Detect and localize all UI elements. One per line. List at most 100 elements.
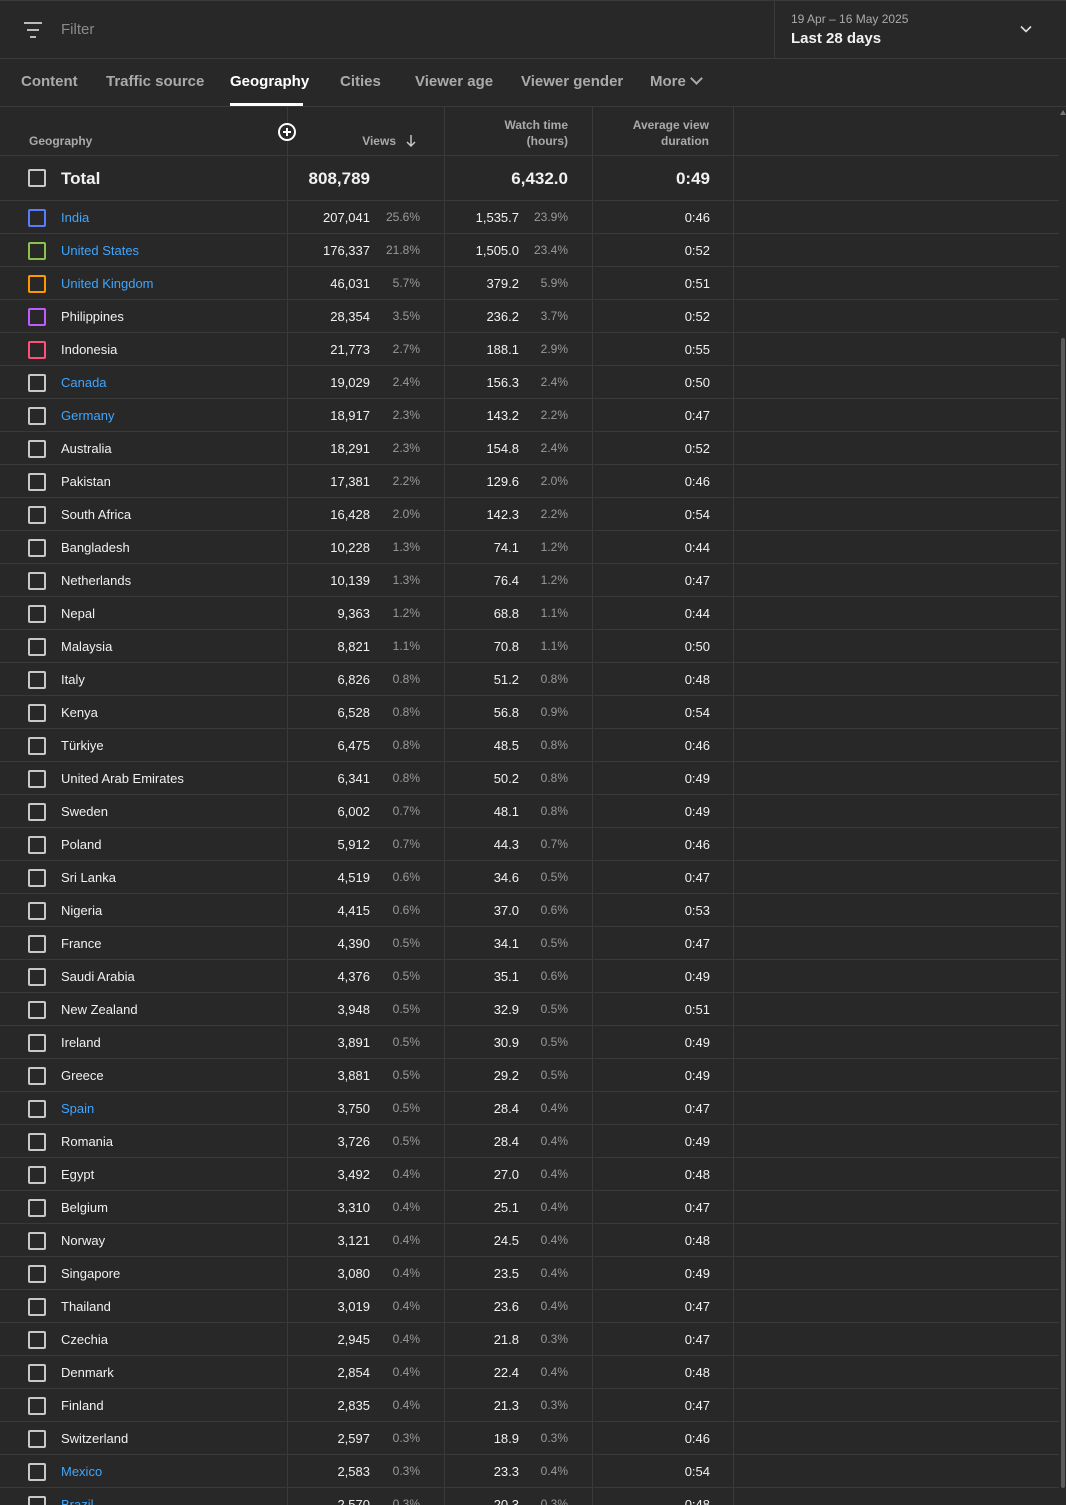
country-name[interactable]: Brazil (61, 1497, 94, 1505)
row-checkbox[interactable] (28, 1298, 46, 1316)
row-checkbox[interactable] (28, 1067, 46, 1085)
row-checkbox[interactable] (28, 605, 46, 623)
tab-cities[interactable]: Cities (340, 73, 381, 90)
row-checkbox[interactable] (28, 407, 46, 425)
row-checkbox[interactable] (28, 671, 46, 689)
row-checkbox[interactable] (28, 836, 46, 854)
row-checkbox[interactable] (28, 935, 46, 953)
row-checkbox[interactable] (28, 1496, 46, 1505)
header-views[interactable]: Views (330, 133, 396, 149)
header-watch-time[interactable]: Watch time (hours) (460, 117, 568, 149)
row-checkbox[interactable] (28, 638, 46, 656)
row-checkbox[interactable] (28, 1001, 46, 1019)
sort-descending-icon[interactable] (406, 134, 416, 148)
row-checkbox[interactable] (28, 803, 46, 821)
header-watch-time-line1: Watch time (504, 118, 568, 132)
views-value: 21,773 (330, 342, 370, 357)
country-name: Nepal (61, 606, 95, 621)
row-checkbox[interactable] (28, 242, 46, 260)
average-view-duration-value: 0:48 (684, 672, 710, 687)
table-row: Australia 18,291 2.3% 154.8 2.4% 0:52 (0, 432, 1059, 465)
country-name[interactable]: Mexico (61, 1464, 102, 1479)
tab-viewer-age[interactable]: Viewer age (415, 73, 493, 90)
total-views: 808,789 (308, 169, 370, 188)
tab-more[interactable]: More (650, 72, 703, 90)
views-value: 176,337 (323, 243, 370, 258)
watch-time-percent: 0.9% (540, 705, 568, 719)
country-name: Thailand (61, 1299, 111, 1314)
add-column-icon[interactable] (278, 123, 296, 141)
average-view-duration-value: 0:49 (684, 1266, 710, 1281)
table-row: Singapore 3,080 0.4% 23.5 0.4% 0:49 (0, 1257, 1059, 1290)
total-label: Total (61, 169, 101, 188)
country-name[interactable]: Canada (61, 375, 107, 390)
table-row: Mexico 2,583 0.3% 23.3 0.4% 0:54 (0, 1455, 1059, 1488)
filter-icon[interactable] (24, 22, 42, 38)
row-checkbox[interactable] (28, 1463, 46, 1481)
row-checkbox[interactable] (28, 1100, 46, 1118)
row-checkbox[interactable] (28, 1364, 46, 1382)
filter-input[interactable]: Filter (61, 21, 94, 38)
row-checkbox[interactable] (28, 1133, 46, 1151)
row-checkbox[interactable] (28, 275, 46, 293)
row-checkbox[interactable] (28, 1331, 46, 1349)
views-percent: 0.5% (392, 1035, 420, 1049)
total-checkbox[interactable] (28, 169, 46, 187)
country-name: Denmark (61, 1365, 114, 1380)
views-percent: 0.5% (392, 1134, 420, 1148)
row-checkbox[interactable] (28, 308, 46, 326)
watch-time-percent: 23.4% (533, 243, 568, 257)
row-checkbox[interactable] (28, 1397, 46, 1415)
average-view-duration-value: 0:55 (684, 342, 710, 357)
row-checkbox[interactable] (28, 968, 46, 986)
tab-traffic-source[interactable]: Traffic source (106, 73, 204, 90)
row-checkbox[interactable] (28, 572, 46, 590)
tab-geography[interactable]: Geography (230, 73, 309, 90)
row-checkbox[interactable] (28, 902, 46, 920)
views-value: 3,310 (337, 1200, 370, 1215)
tab-viewer-gender[interactable]: Viewer gender (521, 73, 623, 90)
row-checkbox[interactable] (28, 341, 46, 359)
row-checkbox[interactable] (28, 1430, 46, 1448)
watch-time-percent: 2.9% (540, 342, 568, 356)
country-name[interactable]: United Kingdom (61, 276, 154, 291)
country-name[interactable]: India (61, 210, 89, 225)
country-name[interactable]: United States (61, 243, 139, 258)
watch-time-value: 68.8 (493, 606, 519, 621)
row-checkbox[interactable] (28, 440, 46, 458)
row-checkbox[interactable] (28, 1265, 46, 1283)
row-checkbox[interactable] (28, 1199, 46, 1217)
views-value: 18,291 (330, 441, 370, 456)
views-percent: 0.4% (392, 1332, 420, 1346)
scroll-up-icon[interactable] (1060, 110, 1066, 115)
row-checkbox[interactable] (28, 737, 46, 755)
row-checkbox[interactable] (28, 869, 46, 887)
row-checkbox[interactable] (28, 506, 46, 524)
row-checkbox[interactable] (28, 374, 46, 392)
views-percent: 2.4% (392, 375, 420, 389)
header-geography[interactable]: Geography (29, 133, 92, 149)
row-checkbox[interactable] (28, 770, 46, 788)
country-name[interactable]: Spain (61, 1101, 94, 1116)
row-checkbox[interactable] (28, 209, 46, 227)
row-checkbox[interactable] (28, 539, 46, 557)
row-checkbox[interactable] (28, 473, 46, 491)
watch-time-value: 154.8 (486, 441, 519, 456)
scrollbar-thumb[interactable] (1061, 338, 1065, 1488)
row-checkbox[interactable] (28, 1034, 46, 1052)
tab-content[interactable]: Content (21, 73, 78, 90)
average-view-duration-value: 0:47 (684, 1398, 710, 1413)
watch-time-percent: 0.4% (540, 1200, 568, 1214)
chevron-down-icon (689, 72, 703, 85)
row-checkbox[interactable] (28, 704, 46, 722)
table-row: Indonesia 21,773 2.7% 188.1 2.9% 0:55 (0, 333, 1059, 366)
row-checkbox[interactable] (28, 1232, 46, 1250)
watch-time-percent: 2.2% (540, 408, 568, 422)
header-average-view-duration[interactable]: Average view duration (600, 117, 709, 149)
row-checkbox[interactable] (28, 1166, 46, 1184)
watch-time-value: 142.3 (486, 507, 519, 522)
average-view-duration-value: 0:46 (684, 738, 710, 753)
country-name[interactable]: Germany (61, 408, 114, 423)
date-range-picker[interactable]: 19 Apr – 16 May 2025 Last 28 days (774, 1, 1066, 59)
average-view-duration-value: 0:49 (684, 969, 710, 984)
